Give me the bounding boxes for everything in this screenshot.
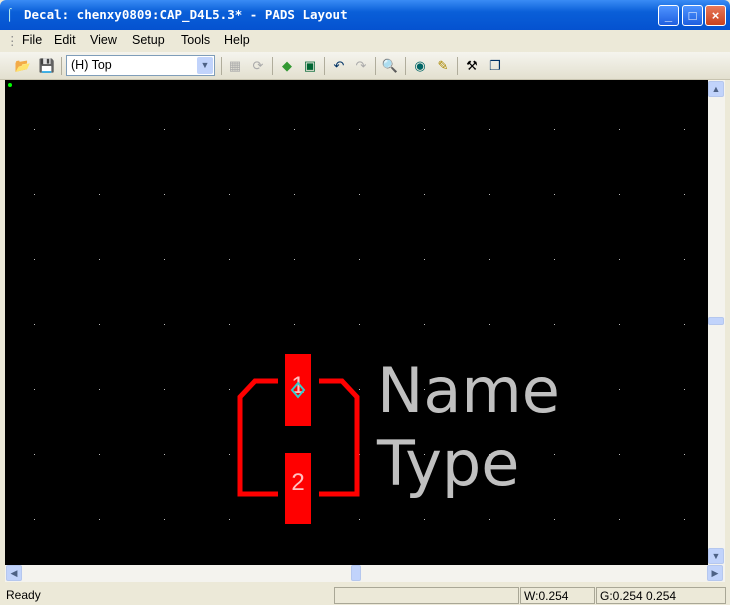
scroll-down-icon[interactable]: ▼ <box>708 548 724 564</box>
menu-tools[interactable]: Tools <box>181 33 210 47</box>
minimize-button[interactable]: _ <box>658 5 679 26</box>
zoom-icon[interactable]: 🔍 <box>381 57 399 75</box>
menu-edit[interactable]: Edit <box>54 33 76 47</box>
horizontal-thumb[interactable] <box>351 565 361 581</box>
scroll-up-icon[interactable]: ▲ <box>708 81 724 97</box>
menu-view[interactable]: View <box>90 33 117 47</box>
separator <box>221 57 222 75</box>
grip: ⋮ <box>6 34 19 48</box>
width-readout: W:0.254 <box>520 587 595 604</box>
menu-file[interactable]: File <box>22 33 42 47</box>
undo-icon[interactable]: ↶ <box>330 57 348 75</box>
chevron-down-icon[interactable]: ▼ <box>197 57 213 74</box>
attribute-icon[interactable]: ⚒ <box>463 57 481 75</box>
display-colors-icon[interactable]: ◉ <box>411 57 429 75</box>
decal-wizard-icon[interactable]: ▣ <box>301 57 319 75</box>
save-icon[interactable]: 💾 <box>38 57 56 75</box>
open-icon[interactable]: 📂 <box>14 57 32 75</box>
horizontal-scrollbar[interactable]: ◀ ▶ <box>5 565 725 582</box>
title-bar: ⌠ Decal: chenxy0809:CAP_D4L5.3* - PADS L… <box>0 0 730 30</box>
menu-bar: ⋮ File Edit View Setup Tools Help <box>0 30 730 52</box>
menu-help[interactable]: Help <box>224 33 250 47</box>
layers-icon[interactable]: ❐ <box>486 57 504 75</box>
status-pane <box>334 587 519 604</box>
separator <box>324 57 325 75</box>
name-label[interactable]: Name <box>377 354 560 427</box>
canvas-svg: 1 2 Name Type <box>5 80 708 565</box>
layer-select[interactable]: (H) Top ▼ <box>66 55 215 76</box>
redo-icon[interactable]: ↷ <box>352 57 370 75</box>
refresh-icon[interactable]: ⟳ <box>249 57 267 75</box>
add-terminal-icon[interactable]: ◆ <box>278 57 296 75</box>
toolbar: 📂 💾 (H) Top ▼ ▦ ⟳ ◆ ▣ ↶ ↷ 🔍 ◉ ✎ ⚒ ❐ <box>0 52 730 80</box>
app-icon: ⌠ <box>6 7 14 21</box>
status-bar: Ready W:0.254 G:0.254 0.254 <box>0 585 730 605</box>
separator <box>457 57 458 75</box>
separator <box>405 57 406 75</box>
scroll-right-icon[interactable]: ▶ <box>707 565 723 581</box>
pad-2-number: 2 <box>291 469 304 496</box>
window-title: Decal: chenxy0809:CAP_D4L5.3* - PADS Lay… <box>24 7 348 22</box>
vertical-scrollbar[interactable]: ▲ ▼ <box>708 80 725 565</box>
menu-setup[interactable]: Setup <box>132 33 165 47</box>
status-text: Ready <box>6 588 41 602</box>
grid-readout: G:0.254 0.254 <box>596 587 726 604</box>
maximize-button[interactable]: □ <box>682 5 703 26</box>
separator <box>375 57 376 75</box>
separator <box>61 57 62 75</box>
type-label[interactable]: Type <box>376 427 519 500</box>
close-button[interactable]: × <box>705 5 726 26</box>
design-canvas[interactable]: 1 2 Name Type <box>5 80 708 565</box>
pad-1-number: 1 <box>291 372 304 399</box>
layer-value: (H) Top <box>71 58 112 72</box>
clean-up-icon[interactable]: ✎ <box>434 57 452 75</box>
vertical-thumb[interactable] <box>708 317 724 325</box>
scroll-left-icon[interactable]: ◀ <box>6 565 22 581</box>
properties-icon[interactable]: ▦ <box>226 57 244 75</box>
origin-marker <box>8 83 12 87</box>
separator <box>272 57 273 75</box>
